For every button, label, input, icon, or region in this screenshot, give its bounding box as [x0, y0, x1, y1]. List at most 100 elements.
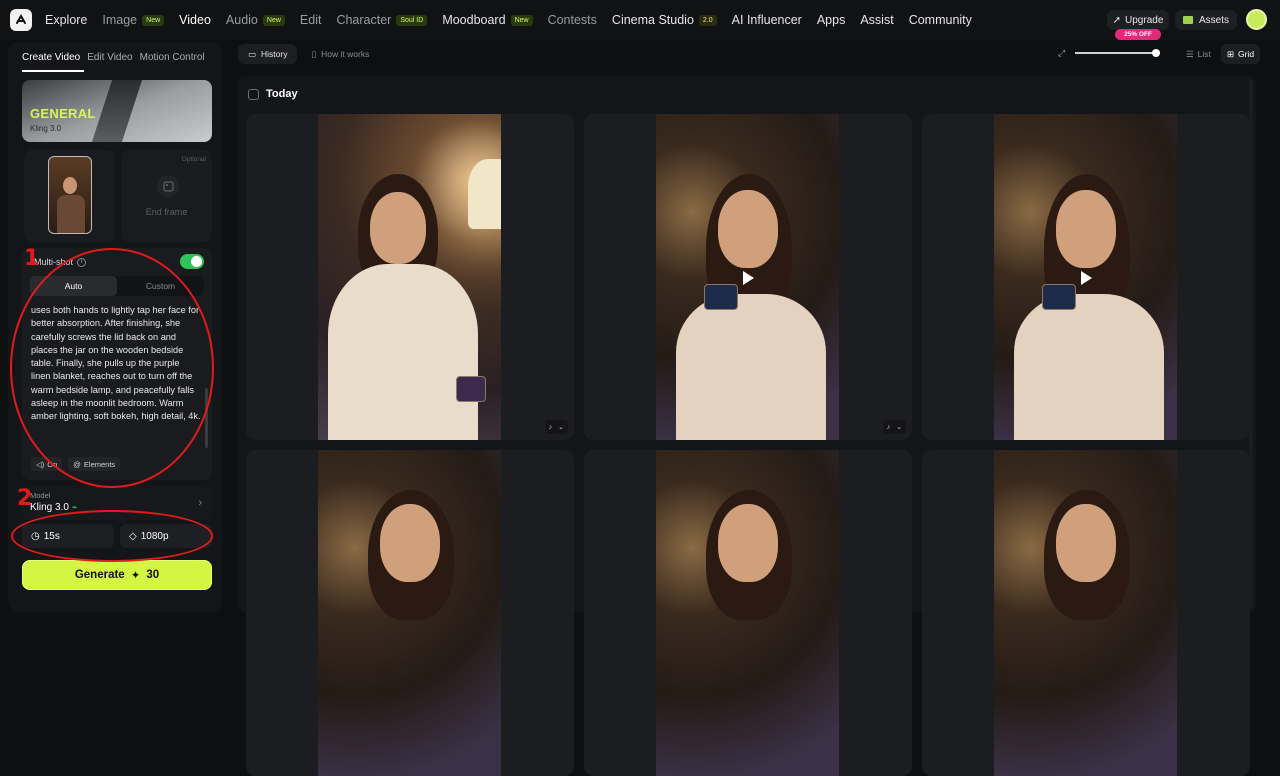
nav-label: Cinema Studio — [611, 13, 694, 27]
video-card[interactable] — [584, 450, 912, 776]
segment-custom[interactable]: Custom — [117, 276, 204, 296]
main-nav: Explore Image New Video Audio New Edit Characte… — [45, 0, 987, 40]
preset-model: Kling 3.0 — [30, 124, 62, 133]
model-value: Kling 3.0 ⌁ — [30, 502, 78, 513]
video-card[interactable] — [922, 450, 1250, 776]
folder-icon: ▭ — [248, 48, 257, 59]
elements-button[interactable]: @ Elements — [68, 457, 121, 471]
nav-item-image[interactable]: Image New — [102, 13, 165, 27]
preset-card[interactable]: GENERAL Kling 3.0 — [22, 80, 212, 142]
nav-badge: 2.0 — [698, 14, 717, 26]
microphone-icon: ♪ — [886, 423, 891, 431]
prompt-scrollbar[interactable] — [205, 388, 208, 448]
tab-edit-video[interactable]: Edit Video — [87, 52, 132, 63]
nav-item-cinema-studio[interactable]: Cinema Studio 2.0 — [612, 13, 717, 27]
video-thumbnail — [994, 450, 1177, 776]
nav-item-audio[interactable]: Audio New — [226, 13, 285, 27]
nav-item-moodboard[interactable]: Moodboard New — [442, 13, 533, 27]
upgrade-label: Upgrade — [1125, 14, 1164, 26]
rocket-icon: ➚ — [1112, 14, 1122, 26]
tab-history[interactable]: ▭ History — [238, 44, 298, 64]
microphone-icon: ♪ — [548, 423, 553, 431]
frame-inputs: Optional End frame — [24, 150, 212, 242]
prompt-panel: Multi-shot i Auto Custom uses both hands… — [22, 248, 212, 480]
nav-item-assist[interactable]: Assist — [860, 13, 893, 27]
start-frame[interactable] — [24, 150, 115, 242]
video-card[interactable]: ♪ ⌄ — [584, 114, 912, 440]
annotation-number-2: 2 — [17, 486, 33, 511]
annotation-number-1: 1 — [24, 246, 40, 271]
select-all-checkbox[interactable] — [248, 88, 259, 100]
resolution-selector[interactable]: ◇ 1080p — [120, 524, 212, 548]
expand-icon[interactable]: ⤢ — [1058, 48, 1065, 59]
nav-item-contests[interactable]: Contests — [548, 13, 597, 27]
video-card[interactable] — [922, 114, 1250, 440]
active-tab-indicator — [22, 70, 84, 72]
nav-item-edit[interactable]: Edit — [300, 13, 322, 27]
segment-auto[interactable]: Auto — [30, 276, 117, 296]
image-icon — [157, 175, 179, 197]
optional-label: Optional — [181, 156, 206, 163]
assets-button[interactable]: Assets — [1175, 10, 1237, 30]
zoom-slider[interactable] — [1075, 49, 1160, 57]
nav-label: Character — [336, 13, 392, 27]
list-view-button[interactable]: ☰ List — [1180, 44, 1217, 64]
prompt-input[interactable]: uses both hands to lightly tap her face … — [31, 304, 201, 452]
nav-item-video[interactable]: Video — [179, 13, 211, 27]
app-logo-icon[interactable] — [10, 9, 32, 31]
avatar[interactable] — [1246, 9, 1267, 30]
create-tabs: Create Video Edit Video Motion Control — [22, 52, 205, 63]
nav-label: Contests — [547, 13, 597, 27]
nav-label: Image — [102, 13, 138, 27]
folder-icon — [1182, 16, 1193, 24]
slider-thumb[interactable] — [1152, 49, 1160, 57]
end-frame[interactable]: Optional End frame — [121, 150, 212, 242]
generate-button[interactable]: Generate ✦ 30 — [22, 560, 212, 590]
nav-item-explore[interactable]: Explore — [45, 13, 87, 27]
section-header: Today — [248, 88, 298, 100]
section-title: Today — [266, 88, 298, 100]
model-selector[interactable]: Model Kling 3.0 ⌁ › — [22, 486, 212, 520]
duration-selector[interactable]: ◷ 15s — [22, 524, 114, 548]
history-tabs: ▭ History ▯ How it works — [238, 44, 379, 64]
create-panel: Create Video Edit Video Motion Control G… — [8, 42, 222, 612]
grid-view-button[interactable]: ⊞ Grid — [1220, 44, 1261, 64]
tab-how-it-works[interactable]: ▯ How it works — [301, 44, 379, 64]
play-icon[interactable] — [743, 271, 754, 285]
video-controls[interactable]: ♪ ⌄ — [882, 420, 906, 434]
chevron-right-icon: › — [198, 497, 202, 509]
nav-label: Moodboard — [442, 13, 506, 27]
preset-title: GENERAL — [30, 106, 96, 121]
at-icon: @ — [73, 459, 81, 469]
video-controls[interactable]: ♪ ⌄ — [544, 420, 568, 434]
multishot-toggle[interactable] — [180, 254, 204, 269]
video-card[interactable]: ♪ ⌄ — [246, 114, 574, 440]
nav-item-ai-influencer[interactable]: AI Influencer — [732, 13, 802, 27]
nav-label: Assist — [860, 13, 894, 27]
play-icon[interactable] — [1081, 271, 1092, 285]
discount-badge: 25% OFF — [1115, 29, 1161, 40]
diamond-icon: ◇ — [129, 530, 137, 542]
nav-label: Audio — [225, 13, 258, 27]
nav-label: AI Influencer — [731, 13, 802, 27]
video-gallery: Today ♪ ⌄ ♪ ⌄ — [238, 76, 1256, 776]
nav-item-community[interactable]: Community — [909, 13, 972, 27]
nav-item-character[interactable]: Character Soul ID — [336, 13, 428, 27]
upgrade-button[interactable]: ➚ Upgrade — [1107, 10, 1169, 30]
zoom-control: ⤢ — [1058, 48, 1065, 59]
tab-motion-control[interactable]: Motion Control — [140, 52, 205, 63]
nav-badge: New — [262, 14, 285, 26]
view-switcher: ☰ List ⊞ Grid — [1180, 44, 1261, 64]
nav-badge: Soul ID — [396, 14, 428, 26]
kling-icon: ⌁ — [71, 502, 78, 512]
audio-toggle[interactable]: ◁) On — [31, 457, 63, 471]
nav-badge: New — [510, 14, 533, 26]
main-area: ▭ History ▯ How it works ⤢ ☰ List ⊞ Grid… — [230, 40, 1280, 776]
nav-item-apps[interactable]: Apps — [817, 13, 846, 27]
grid-icon: ⊞ — [1226, 48, 1234, 59]
video-thumbnail — [318, 114, 501, 440]
tab-create-video[interactable]: Create Video — [22, 52, 80, 63]
video-card[interactable] — [246, 450, 574, 776]
video-thumbnail — [318, 450, 501, 776]
end-frame-label: End frame — [145, 207, 188, 217]
